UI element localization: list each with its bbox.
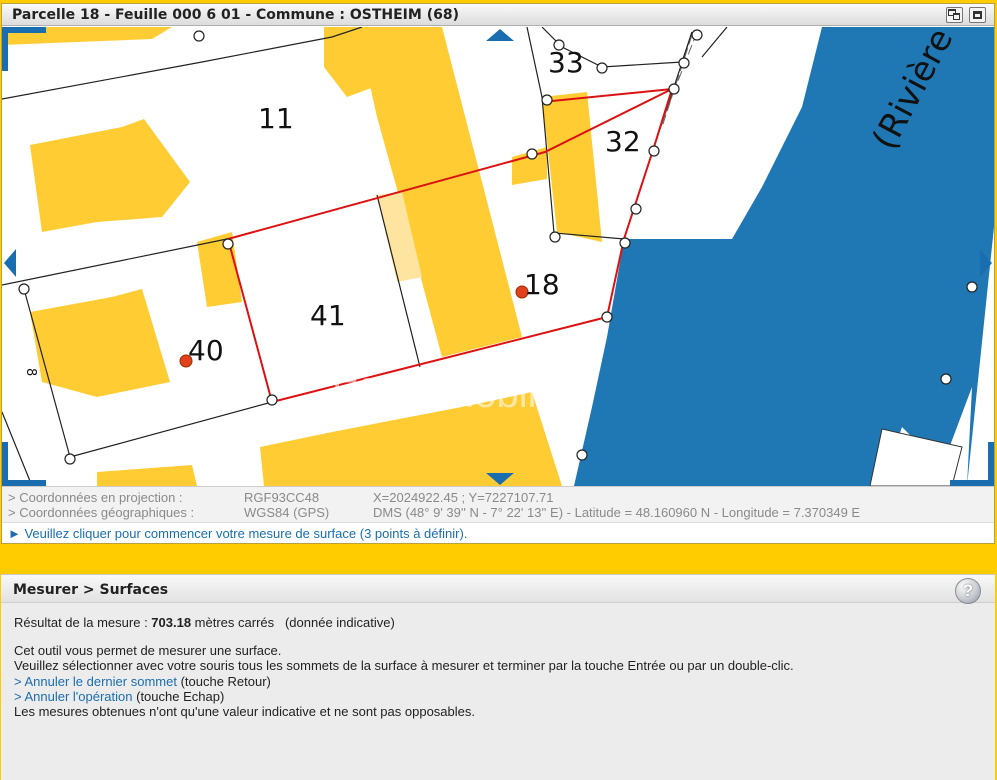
measure-panel: Mesurer > Surfaces ? Résultat de la mesu… xyxy=(1,574,995,780)
parcel-label-11: 11 xyxy=(258,102,294,135)
pan-left-icon xyxy=(4,249,16,277)
maximize-window-icon[interactable] xyxy=(969,7,986,23)
instruction-bar: ► Veuillez cliquer pour commencer votre … xyxy=(2,522,994,543)
projection-system: RGF93CC48 xyxy=(244,490,320,505)
buildings-layer xyxy=(2,27,602,486)
undo-last-vertex-link[interactable]: > Annuler le dernier sommet xyxy=(14,674,177,689)
parcel-label-40: 40 xyxy=(188,334,224,367)
building xyxy=(30,289,170,397)
parcel-label-33: 33 xyxy=(548,46,584,79)
help-icon[interactable]: ? xyxy=(955,578,981,604)
parcel-label-8: 8 xyxy=(23,368,38,376)
description-line-1: Cet outil vous permet de mesurer une sur… xyxy=(14,643,282,659)
disclaimer: Les mesures obtenues n'ont qu'une valeur… xyxy=(14,704,475,720)
map-watermark: Efikimmobilier xyxy=(332,372,581,416)
measure-result: Résultat de la mesure : 703.18 mètres ca… xyxy=(14,615,974,630)
map-titlebar: Parcelle 18 - Feuille 000 6 01 - Commune… xyxy=(2,4,994,26)
map-canvas[interactable]: 11 33 32 41 18 40 8 (Rivière Efikimmobil… xyxy=(2,27,994,486)
parcel-label-41: 41 xyxy=(310,299,346,332)
coordinates-panel: > Coordonnées en projection : RGF93CC48 … xyxy=(2,486,994,522)
map-window: Parcelle 18 - Feuille 000 6 01 - Commune… xyxy=(1,3,995,544)
pan-up-icon xyxy=(486,29,514,41)
application-frame: Parcelle 18 - Feuille 000 6 01 - Commune… xyxy=(0,0,997,780)
description-line-2: Veuillez sélectionner avec votre souris … xyxy=(14,658,794,674)
dashed-boundaries xyxy=(661,31,698,128)
result-suffix: mètres carrés (donnée indicative) xyxy=(191,615,395,630)
parcel-label-18: 18 xyxy=(524,268,560,301)
map-title: Parcelle 18 - Feuille 000 6 01 - Commune… xyxy=(12,7,459,23)
cancel-operation-link[interactable]: > Annuler l'opération xyxy=(14,689,133,704)
measure-panel-title: Mesurer > Surfaces xyxy=(13,582,169,598)
result-value: 703.18 xyxy=(151,615,192,630)
parcel-label-32: 32 xyxy=(605,125,641,158)
projection-label: > Coordonnées en projection : xyxy=(8,490,183,505)
undo-last-row: > Annuler le dernier sommet (touche Reto… xyxy=(14,674,974,689)
restore-window-icon[interactable] xyxy=(946,7,963,23)
measure-panel-header: Mesurer > Surfaces ? xyxy=(1,575,995,604)
result-prefix: Résultat de la mesure : xyxy=(14,615,152,630)
cadastral-map[interactable]: 11 33 32 41 18 40 8 (Rivière Efikimmobil… xyxy=(2,27,994,486)
projection-value: X=2024922.45 ; Y=7227107.71 xyxy=(373,490,554,505)
building xyxy=(97,465,197,486)
building xyxy=(357,27,522,357)
measure-panel-body: Résultat de la mesure : 703.18 mètres ca… xyxy=(14,615,974,719)
geographic-system: WGS84 (GPS) xyxy=(244,505,330,520)
building xyxy=(30,119,190,232)
geographic-label: > Coordonnées géographiques : xyxy=(8,505,195,520)
cancel-hint: (touche Echap) xyxy=(132,688,225,704)
building xyxy=(542,92,602,242)
geographic-value: DMS (48° 9' 39'' N - 7° 22' 13'' E) - La… xyxy=(373,505,861,520)
undo-last-hint: (touche Retour) xyxy=(176,673,271,689)
cancel-row: > Annuler l'opération (touche Echap) xyxy=(14,689,974,704)
